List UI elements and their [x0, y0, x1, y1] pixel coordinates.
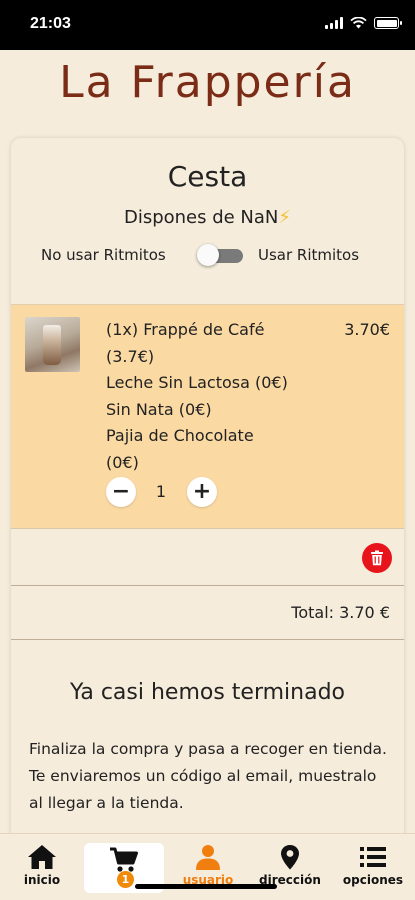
toggle-off-label: No usar Ritmitos: [41, 246, 166, 264]
product-image: [25, 317, 80, 372]
status-icons: [325, 17, 402, 29]
battery-icon: [374, 17, 402, 29]
toggle-on-label: Usar Ritmitos: [258, 246, 360, 264]
list-icon: [360, 847, 386, 867]
lightning-icon: ⚡: [278, 207, 292, 228]
status-bar: 21:03: [0, 0, 415, 50]
total-amount: Total: 3.70 €: [291, 603, 390, 622]
cart-count-badge: 1: [117, 871, 134, 888]
decrease-quantity-button[interactable]: −: [106, 477, 136, 507]
location-pin-icon: [281, 845, 299, 870]
nav-label: opciones: [342, 873, 404, 887]
finish-description: Finaliza la compra y pasa a recoger en t…: [29, 740, 387, 812]
cart-card: Cesta Dispones de NaN⚡ No usar Ritmitos …: [11, 138, 404, 858]
home-icon: [28, 845, 56, 869]
trash-icon: [371, 550, 383, 566]
bottom-nav: inicio 1 usuario dirección opciones: [0, 833, 415, 900]
ritmitos-toggle-row: No usar Ritmitos Usar Ritmitos: [11, 244, 404, 266]
item-line: (3.7€): [106, 346, 155, 366]
quantity-stepper: − 1 +: [106, 477, 226, 507]
nav-opciones[interactable]: opciones: [333, 840, 413, 894]
item-line: (0€): [106, 452, 139, 472]
delete-row: [11, 528, 404, 586]
home-indicator: [135, 884, 277, 889]
wifi-icon: [350, 17, 367, 29]
item-line: Sin Nata (0€): [106, 399, 212, 419]
toggle-knob: [197, 244, 219, 266]
ritmitos-toggle[interactable]: [197, 244, 247, 266]
item-line: Pajia de Chocolate: [106, 426, 254, 445]
balance-text: Dispones de NaN⚡: [11, 207, 404, 228]
increase-quantity-button[interactable]: +: [187, 477, 217, 507]
status-time: 21:03: [30, 15, 71, 32]
app-header: La Frappería: [0, 50, 415, 126]
item-line: (1x) Frappé de Café: [106, 320, 265, 339]
nav-label: inicio: [23, 873, 61, 887]
quantity-value: 1: [155, 482, 167, 501]
cart-icon: [110, 847, 138, 872]
brand-title: La Frappería: [59, 57, 356, 108]
item-line: Leche Sin Lactosa (0€): [106, 373, 288, 392]
user-icon: [196, 845, 220, 870]
delete-item-button[interactable]: [362, 543, 392, 573]
item-price: 3.70€: [344, 320, 390, 339]
cart-item: (1x) Frappé de Café (3.7€) Leche Sin Lac…: [11, 304, 404, 528]
frappe-cup-shape: [43, 325, 61, 365]
nav-inicio[interactable]: inicio: [2, 840, 82, 894]
total-row: Total: 3.70 €: [11, 587, 404, 640]
item-description: (1x) Frappé de Café (3.7€) Leche Sin Lac…: [106, 317, 336, 476]
balance-label: Dispones de NaN: [123, 207, 279, 228]
signal-icon: [325, 17, 343, 29]
finish-title: Ya casi hemos terminado: [69, 680, 346, 705]
cart-title: Cesta: [167, 160, 248, 193]
